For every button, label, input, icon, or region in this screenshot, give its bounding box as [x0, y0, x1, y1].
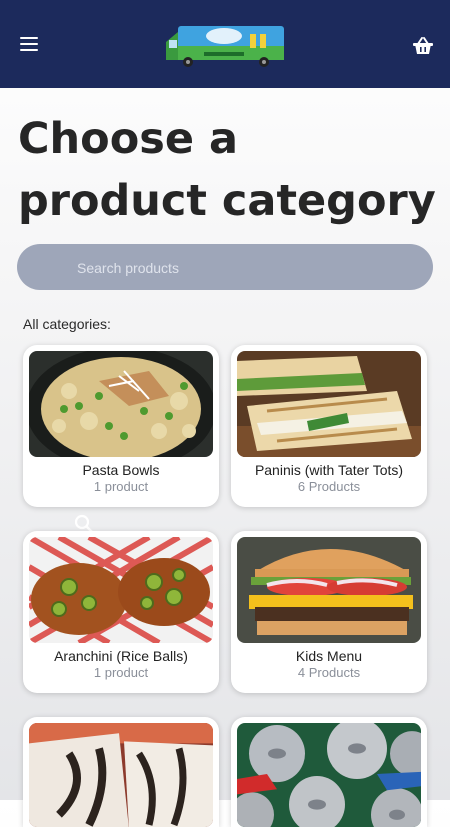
category-count: 4 Products: [297, 665, 361, 680]
category-count: 1 product: [93, 479, 149, 494]
category-card-aranchini[interactable]: Aranchini (Rice Balls) 1 product: [23, 531, 219, 693]
rice-balls-photo: [29, 537, 213, 643]
category-name: Aranchini (Rice Balls): [54, 648, 188, 664]
dessert-photo: [29, 723, 213, 827]
category-card-desserts[interactable]: [23, 717, 219, 827]
burger-photo: [237, 537, 421, 643]
category-count: 6 Products: [297, 479, 361, 494]
category-name: Kids Menu: [295, 648, 363, 664]
search-icon: [37, 257, 94, 534]
category-name: Pasta Bowls: [82, 462, 160, 478]
food-truck-logo[interactable]: [164, 22, 288, 68]
pasta-bowl-photo: [29, 351, 213, 457]
category-card-kids-menu[interactable]: Kids Menu 4 Products: [231, 531, 427, 693]
hamburger-menu-icon[interactable]: [20, 37, 38, 51]
shopping-basket-icon[interactable]: [412, 36, 434, 56]
section-label: All categories:: [23, 316, 111, 332]
soda-cans-photo: [237, 723, 421, 827]
category-card-pasta-bowls[interactable]: Pasta Bowls 1 product: [23, 345, 219, 507]
panini-photo: [237, 351, 421, 457]
category-card-drinks[interactable]: [231, 717, 427, 827]
search-input[interactable]: [75, 252, 409, 284]
category-name: Paninis (with Tater Tots): [254, 462, 404, 478]
category-card-paninis[interactable]: Paninis (with Tater Tots) 6 Products: [231, 345, 427, 507]
search-bar[interactable]: [17, 244, 433, 534]
category-count: 1 product: [93, 665, 149, 680]
top-app-bar: [0, 0, 450, 88]
page-title: Choose a product category: [18, 114, 436, 226]
